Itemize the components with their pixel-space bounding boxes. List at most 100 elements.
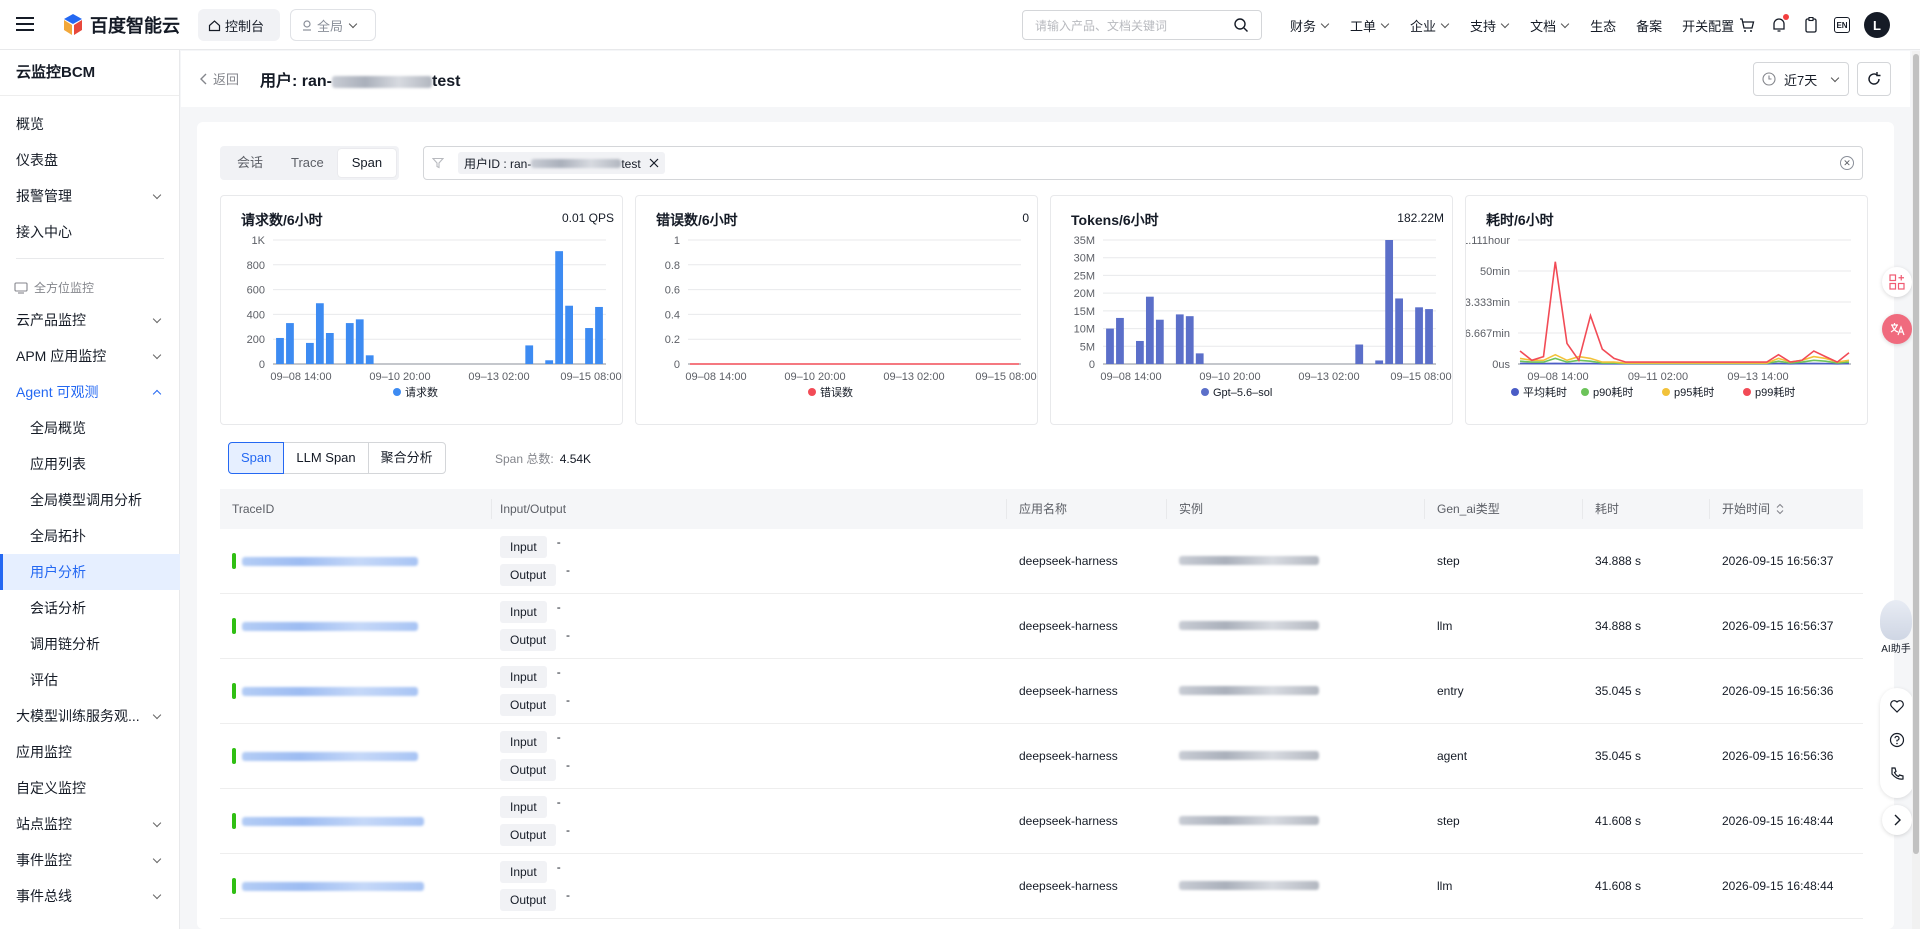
cell-traceid[interactable] [220, 618, 492, 634]
subtab-llm-span[interactable]: LLM Span [283, 442, 369, 474]
sidebar-item-event-monitor[interactable]: 事件监控 [0, 842, 180, 878]
sidebar-item-label: 事件总线 [16, 888, 72, 904]
clear-filter-icon[interactable]: ✕ [1840, 156, 1854, 170]
sidebar-item-event-bus[interactable]: 事件总线 [0, 878, 180, 914]
subtab-aggregate[interactable]: 聚合分析 [367, 442, 446, 474]
input-value: - [556, 535, 561, 549]
cell-traceid[interactable] [220, 748, 492, 764]
bar [1116, 317, 1124, 364]
apps-float-icon[interactable] [1882, 267, 1912, 297]
filter-bar[interactable]: 用户ID : ran-test ✕ [423, 146, 1863, 180]
sidebar-item-global-overview[interactable]: 全局概览 [0, 410, 180, 446]
console-button[interactable]: 控制台 [198, 9, 280, 41]
page-title: 用户: ran-test [260, 67, 460, 91]
nav-ticket[interactable]: 工单 [1340, 16, 1400, 35]
ai-helper-button[interactable]: AI助手 [1876, 600, 1916, 655]
cart-icon[interactable] [1738, 16, 1756, 34]
nav-switch-config[interactable]: 开关配置 [1672, 16, 1744, 35]
table-row[interactable]: Input - Output - deepseek-harness llm 41.608 s… [220, 854, 1863, 919]
nav-enterprise[interactable]: 企业 [1400, 16, 1460, 35]
logo[interactable]: 百度智能云 [62, 12, 180, 38]
back-button[interactable]: 返回 [199, 69, 239, 88]
input-button[interactable]: Input [500, 861, 547, 883]
translate-float-icon[interactable] [1882, 314, 1912, 344]
input-button[interactable]: Input [500, 731, 547, 753]
tab-trace[interactable]: Trace [277, 149, 338, 177]
table-row[interactable]: Input - Output - deepseek-harness step 34.888 … [220, 529, 1863, 594]
cell-traceid[interactable] [220, 683, 492, 699]
refresh-button[interactable] [1857, 62, 1891, 96]
language-button[interactable]: EN [1834, 17, 1850, 33]
input-button[interactable]: Input [500, 796, 547, 818]
nav-filing[interactable]: 备案 [1626, 16, 1672, 35]
output-button[interactable]: Output [500, 889, 557, 911]
cell-traceid[interactable] [220, 553, 492, 569]
cell-traceid[interactable] [220, 813, 492, 829]
sidebar-item-model-call-analysis[interactable]: 全局模型调用分析 [0, 482, 180, 518]
heart-icon[interactable] [1889, 698, 1905, 714]
help-icon[interactable] [1889, 732, 1905, 748]
sidebar-item-access-center[interactable]: 接入中心 [0, 214, 180, 250]
cell-traceid[interactable] [220, 878, 492, 894]
sidebar-item-cloud-product[interactable]: 云产品监控 [0, 302, 180, 338]
sidebar-item-alarm[interactable]: 报警管理 [0, 178, 180, 214]
table-row[interactable]: Input - Output - deepseek-harness llm 34.888 s… [220, 594, 1863, 659]
cell-io: Input - Output - [492, 535, 1007, 586]
input-button[interactable]: Input [500, 601, 547, 623]
nav-support[interactable]: 支持 [1460, 16, 1520, 35]
sidebar-item-dashboard[interactable]: 仪表盘 [0, 142, 180, 178]
search-icon[interactable] [1233, 17, 1249, 33]
sidebar-item-global-topology[interactable]: 全局拓扑 [0, 518, 180, 554]
region-select[interactable]: 全局 [290, 9, 376, 41]
y-tick-label: 5M [1080, 341, 1095, 353]
output-button[interactable]: Output [500, 759, 557, 781]
sidebar-item-apm[interactable]: APM 应用监控 [0, 338, 180, 374]
menu-icon[interactable] [16, 14, 34, 34]
table-row[interactable]: Input - Output - deepseek-harness agent 35.045… [220, 724, 1863, 789]
output-button[interactable]: Output [500, 629, 557, 651]
tab-session[interactable]: 会话 [223, 149, 277, 177]
status-bar [232, 618, 236, 634]
output-button[interactable]: Output [500, 824, 557, 846]
status-bar [232, 878, 236, 894]
sidebar-item-overview[interactable]: 概览 [0, 106, 180, 142]
user-avatar[interactable]: L [1864, 12, 1890, 38]
status-bar [232, 683, 236, 699]
sidebar-item-evaluation[interactable]: 评估 [0, 662, 180, 698]
legend-swatch [393, 388, 401, 396]
sort-icon[interactable] [1776, 503, 1784, 515]
nav-finance[interactable]: 财务 [1280, 16, 1340, 35]
cell-io: Input - Output - [492, 665, 1007, 716]
sidebar-item-llm-training[interactable]: 大模型训练服务观... [0, 698, 180, 734]
subtab-span[interactable]: Span [228, 442, 285, 474]
global-search-input[interactable]: 请输入产品、文档关键词 [1022, 10, 1262, 40]
clipboard-icon[interactable] [1802, 16, 1820, 34]
chevron-down-icon [152, 710, 162, 719]
sidebar-item-site-monitor[interactable]: 站点监控 [0, 806, 180, 842]
nav-docs[interactable]: 文档 [1520, 16, 1580, 35]
cell-genai-type: agent [1437, 749, 1468, 763]
col-header-start-time[interactable]: 开始时间 [1710, 499, 1863, 519]
output-button[interactable]: Output [500, 564, 557, 586]
tab-span[interactable]: Span [337, 149, 397, 177]
sidebar-item-trace-analysis[interactable]: 调用链分析 [0, 626, 180, 662]
sidebar-item-session-analysis[interactable]: 会话分析 [0, 590, 180, 626]
input-button[interactable]: Input [500, 666, 547, 688]
table-row[interactable]: Input - Output - deepseek-harness entry 35.045… [220, 659, 1863, 724]
phone-icon[interactable] [1889, 766, 1905, 782]
output-button[interactable]: Output [500, 694, 557, 716]
bell-icon[interactable] [1770, 14, 1789, 34]
table-row[interactable]: Input - Output - deepseek-harness step 41.608 … [220, 789, 1863, 854]
nav-ecosystem[interactable]: 生态 [1580, 16, 1626, 35]
scrollbar-thumb[interactable] [1913, 54, 1919, 854]
sidebar-item-app-list[interactable]: 应用列表 [0, 446, 180, 482]
sidebar-item-custom-monitor[interactable]: 自定义监控 [0, 770, 180, 806]
sidebar-item-user-analysis[interactable]: 用户分析 [0, 554, 180, 590]
sidebar-item-app-monitor[interactable]: 应用监控 [0, 734, 180, 770]
time-range-select[interactable]: 近7天 [1753, 62, 1849, 96]
input-button[interactable]: Input [500, 536, 547, 558]
sidebar-item-agent-observe[interactable]: Agent 可观测 [0, 374, 180, 410]
close-icon[interactable] [649, 158, 659, 168]
output-value: - [566, 563, 571, 577]
expand-float-icon[interactable] [1882, 805, 1912, 835]
